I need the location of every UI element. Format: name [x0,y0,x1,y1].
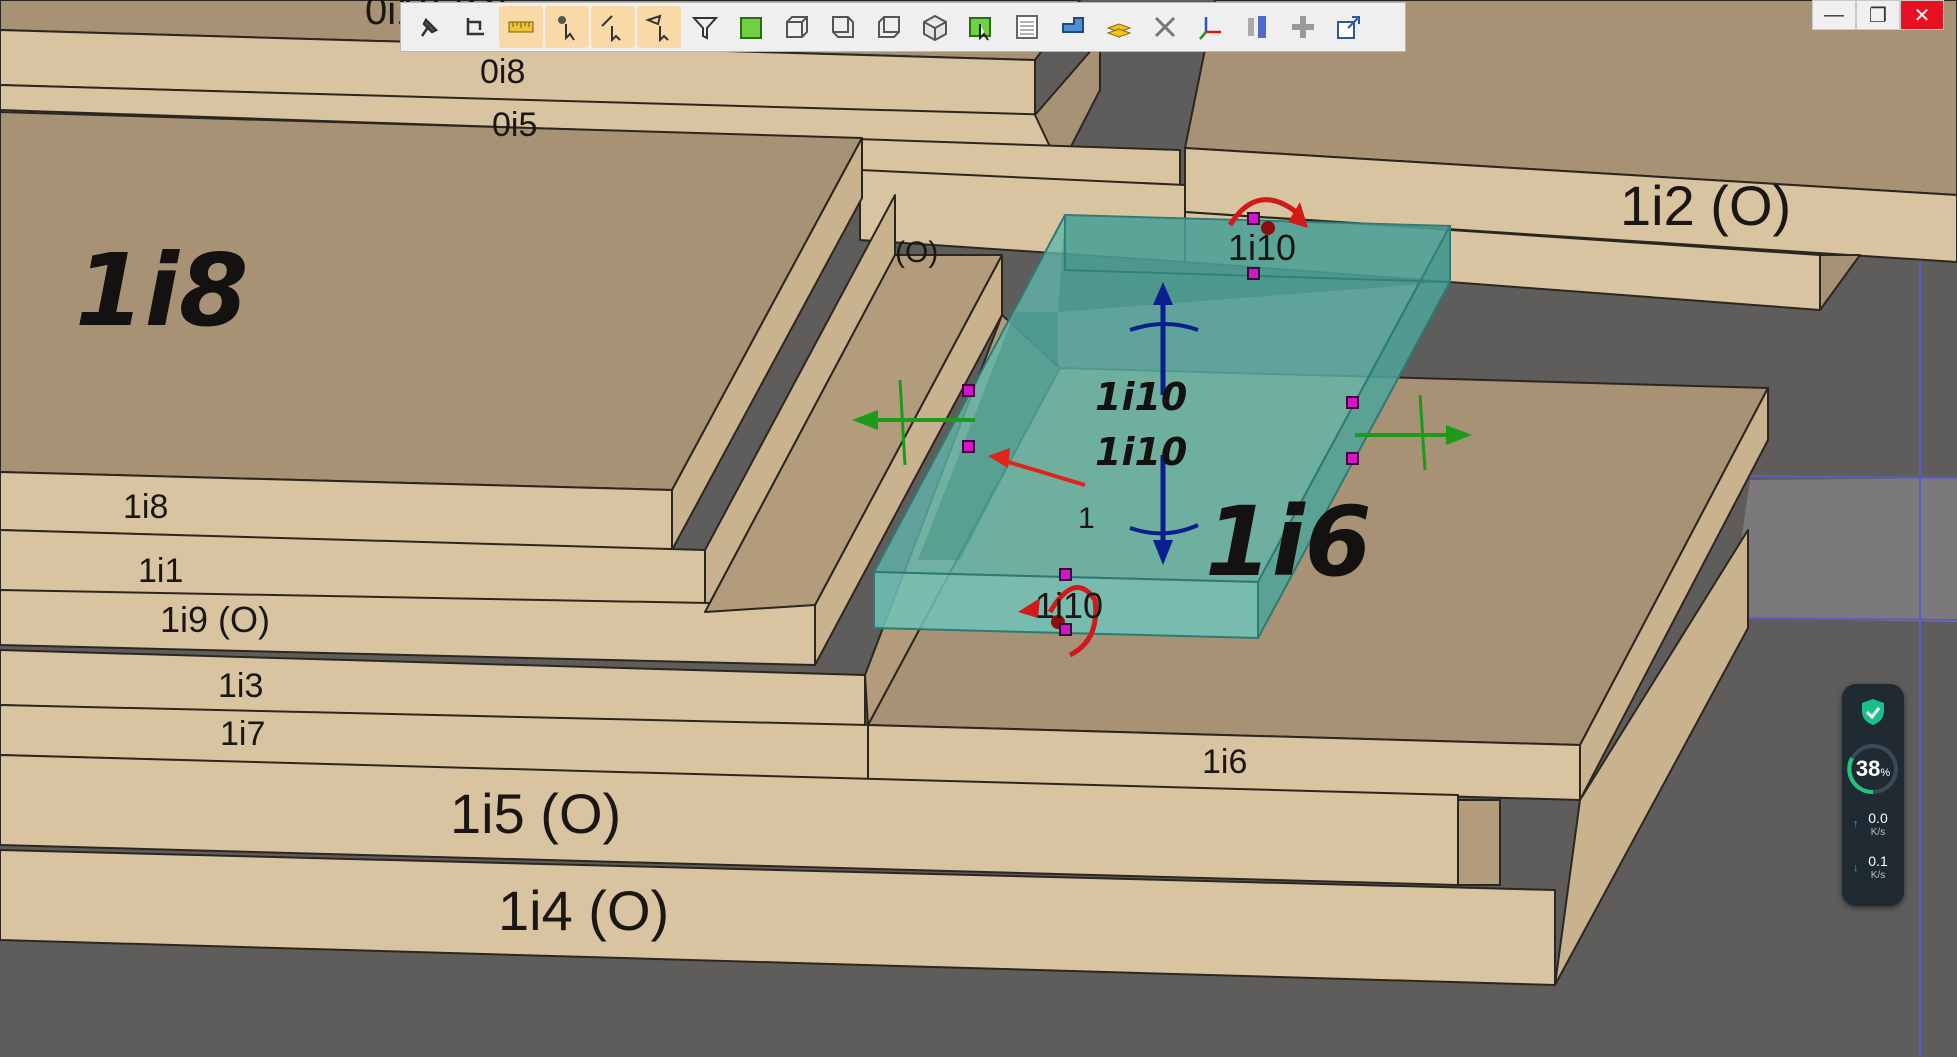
label-1i7: 1i7 [220,715,265,753]
select-edge-button[interactable] [591,6,635,48]
select-point-icon [558,16,575,41]
view-iso-icon [923,14,947,42]
list-button[interactable] [1005,6,1049,48]
view-back-button[interactable] [775,6,819,48]
select-face-button[interactable] [637,6,681,48]
cut-icon [1154,16,1176,38]
export-button[interactable] [1327,6,1371,48]
layers-button[interactable] [1097,6,1141,48]
label-1i10-stamp-a: 1i10 [1095,375,1187,419]
transform-icon [466,18,484,36]
panels-button[interactable] [1235,6,1279,48]
3d-viewport[interactable]: 0i12 (O) 0i8 0i5 1i8 1i8 1i1 1i9 (O) 1i3… [0,0,1957,1057]
shield-check-icon [1862,699,1884,725]
axis-button[interactable] [1189,6,1233,48]
filter-icon [691,17,719,40]
network-monitor-widget[interactable]: 38% ↑ 0.0 K/s ↓ 0.1 K/s [1842,684,1904,906]
label-1i2: 1i2 (O) [1620,174,1791,237]
view-iso-button[interactable] [913,6,957,48]
transform-button[interactable] [453,6,497,48]
upload-rate: 0.0 [1868,810,1888,826]
label-1i3: 1i3 [218,667,263,705]
place-icon [1062,17,1084,33]
minimize-button[interactable]: — [1812,0,1856,30]
list-icon [1016,15,1038,39]
label-1i4: 1i4 (O) [498,879,669,942]
filter-button[interactable] [683,6,727,48]
pin-icon [420,17,439,37]
download-rate: 0.1 [1868,853,1888,869]
measure-button[interactable] [499,6,543,48]
select-point-button[interactable] [545,6,589,48]
dimension-marker: 1 [1078,502,1095,535]
view-right-button[interactable] [867,6,911,48]
layers-icon [1106,23,1132,38]
export-icon [1337,16,1360,39]
axis-icon [1199,17,1221,40]
window-controls: — ❐ ✕ [1812,0,1944,34]
view-right-icon [878,16,900,38]
label-hidden: (O) [895,236,938,269]
select-box-icon [969,17,991,41]
label-1i10-stamp-b: 1i10 [1095,430,1187,474]
view-left-button[interactable] [821,6,865,48]
close-button[interactable]: ✕ [1900,0,1944,30]
select-edge-icon [601,15,621,42]
label-0i8: 0i8 [480,53,525,91]
main-toolbar [400,2,1406,52]
cpu-usage-percent: 38% [1855,756,1891,781]
view-left-icon [832,16,854,38]
label-1i10-top: 1i10 [1228,227,1296,268]
view-back-icon [786,16,808,38]
place-button[interactable] [1051,6,1095,48]
download-unit: K/s [1870,870,1886,881]
panels-icon [1248,16,1266,38]
select-box-button[interactable] [959,6,1003,48]
label-1i10-front: 1i10 [1035,585,1103,626]
restore-button[interactable]: ❐ [1856,0,1900,30]
label-1i5: 1i5 (O) [450,782,621,845]
label-1i6-stamp: 1i6 [1205,486,1372,598]
label-1i8-stamp: 1i8 [75,232,248,349]
view-front-icon [740,17,762,39]
upload-unit: K/s [1870,827,1886,838]
label-1i8: 1i8 [123,488,168,526]
pin-button[interactable] [407,6,451,48]
label-0i5: 0i5 [492,106,537,144]
select-face-icon [645,14,669,42]
label-1i6: 1i6 [1202,743,1247,781]
label-1i9: 1i9 (O) [160,599,270,640]
ruler-icon [508,21,534,33]
view-front-button[interactable] [729,6,773,48]
add-button[interactable] [1281,6,1325,48]
add-icon [1292,16,1314,38]
label-1i1: 1i1 [138,552,183,590]
cut-button[interactable] [1143,6,1187,48]
